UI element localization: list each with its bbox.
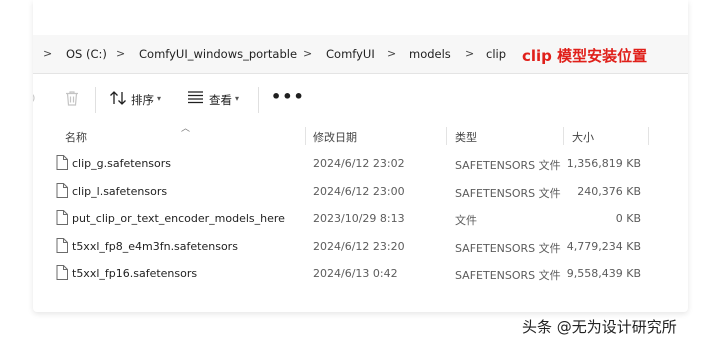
delete-icon[interactable] — [64, 90, 80, 111]
file-row[interactable]: put_clip_or_text_encoder_models_here 202… — [33, 205, 688, 233]
file-icon — [56, 182, 68, 202]
toolbar-divider — [95, 87, 96, 113]
file-size: 9,558,439 KB — [566, 267, 641, 281]
file-name: t5xxl_fp8_e4m3fn.safetensors — [72, 239, 238, 253]
file-icon — [56, 210, 68, 229]
column-divider[interactable] — [563, 127, 564, 145]
file-size: 1,356,819 KB — [566, 157, 641, 170]
file-icon — [56, 155, 68, 174]
file-row[interactable]: clip_g.safetensors 2024/6/12 23:02 SAFET… — [33, 150, 688, 178]
sort-icon[interactable] — [109, 90, 127, 110]
sort-button[interactable]: 排序 — [131, 92, 154, 108]
share-icon[interactable] — [33, 90, 39, 110]
address-bar[interactable]: > OS (C:) > ComfyUI_windows_portable > C… — [33, 35, 688, 74]
file-size: 240,376 KB — [577, 184, 641, 198]
file-name: put_clip_or_text_encoder_models_here — [72, 212, 285, 226]
breadcrumb-chevron-icon[interactable]: > — [303, 47, 312, 60]
breadcrumb-item-clip[interactable]: clip — [486, 47, 506, 61]
column-divider[interactable] — [648, 127, 649, 145]
breadcrumb-chevron-icon[interactable]: > — [116, 47, 125, 60]
file-list-header: ︿ 名称 修改日期 类型 大小 — [33, 123, 688, 147]
file-date-modified: 2024/6/12 23:00 — [313, 184, 405, 198]
more-options-icon[interactable]: ••• — [271, 87, 305, 106]
breadcrumb-item-models[interactable]: models — [409, 47, 451, 61]
file-type: 文件 — [455, 214, 477, 228]
file-name: clip_l.safetensors — [72, 184, 168, 198]
file-name: t5xxl_fp16.safetensors — [72, 267, 198, 281]
view-button[interactable]: 查看 — [209, 92, 232, 108]
file-size: 4,779,234 KB — [566, 239, 641, 253]
breadcrumb-item-comfyui[interactable]: ComfyUI — [326, 47, 375, 61]
breadcrumb-chevron-icon[interactable]: > — [465, 47, 474, 60]
sort-dropdown-chevron-icon[interactable]: ▾ — [157, 94, 161, 103]
file-row[interactable]: clip_l.safetensors 2024/6/12 23:00 SAFET… — [33, 178, 688, 206]
breadcrumb-item-os-c[interactable]: OS (C:) — [66, 47, 107, 61]
file-name: clip_g.safetensors — [72, 157, 171, 170]
view-icon[interactable] — [187, 90, 204, 109]
column-header-name[interactable]: 名称 — [65, 129, 87, 145]
column-header-size[interactable]: 大小 — [572, 129, 594, 145]
file-size: 0 KB — [615, 212, 641, 226]
file-row[interactable]: t5xxl_fp8_e4m3fn.safetensors 2024/6/12 2… — [33, 233, 688, 261]
column-divider[interactable] — [305, 127, 306, 145]
file-icon — [56, 237, 68, 257]
file-row[interactable]: t5xxl_fp16.safetensors 2024/6/13 0:42 SA… — [33, 260, 688, 288]
file-date-modified: 2024/6/12 23:20 — [313, 239, 405, 253]
toolbar-divider — [258, 87, 259, 113]
command-bar: 排序 ▾ 查看 ▾ ••• — [33, 74, 688, 122]
breadcrumb-item-comfyui-windows-portable[interactable]: ComfyUI_windows_portable — [139, 47, 297, 61]
file-type: SAFETENSORS 文件 — [455, 241, 561, 255]
column-header-type[interactable]: 类型 — [455, 129, 477, 145]
install-location-annotation: clip 模型安装位置 — [522, 47, 648, 65]
file-date-modified: 2024/6/13 0:42 — [313, 267, 398, 281]
column-header-date-modified[interactable]: 修改日期 — [313, 129, 357, 145]
file-list: clip_g.safetensors 2024/6/12 23:02 SAFET… — [33, 150, 688, 288]
file-icon — [56, 265, 68, 284]
file-type: SAFETENSORS 文件 — [455, 269, 561, 283]
file-type: SAFETENSORS 文件 — [455, 186, 561, 200]
file-date-modified: 2024/6/12 23:02 — [313, 157, 405, 170]
file-type: SAFETENSORS 文件 — [455, 159, 561, 172]
sort-ascending-chevron-icon: ︿ — [181, 124, 191, 134]
view-dropdown-chevron-icon[interactable]: ▾ — [235, 94, 239, 103]
column-divider[interactable] — [446, 127, 447, 145]
breadcrumb-chevron-icon[interactable]: > — [387, 47, 396, 60]
breadcrumb-chevron-icon[interactable]: > — [43, 47, 52, 60]
file-date-modified: 2023/10/29 8:13 — [313, 212, 405, 226]
watermark: 头条 @无为设计研究所 — [522, 318, 677, 336]
file-explorer-window: > OS (C:) > ComfyUI_windows_portable > C… — [33, 0, 688, 312]
